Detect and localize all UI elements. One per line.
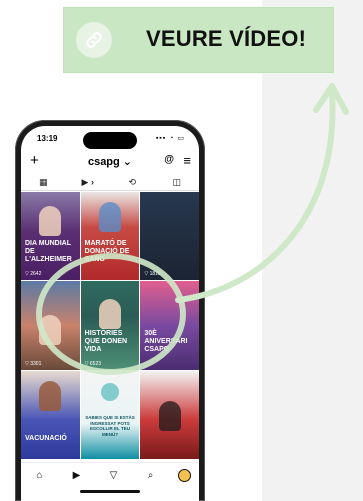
highlight-overlay [36,83,349,375]
highlight-circle [36,253,186,375]
pointer-arrow-line [175,89,336,303]
